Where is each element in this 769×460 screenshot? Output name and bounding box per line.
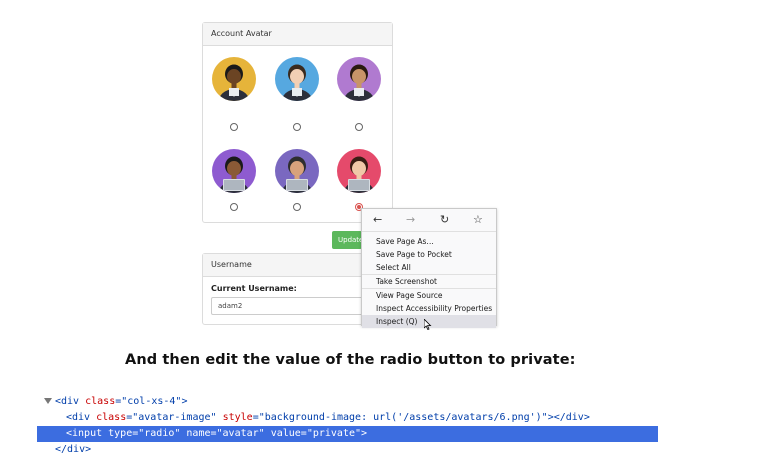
avatar-radio-2[interactable] — [293, 123, 301, 131]
current-username-label: Current Username: — [211, 284, 297, 293]
menu-item-select-all[interactable]: Select All — [362, 261, 496, 274]
menu-item-inspect-label: Inspect (Q) — [376, 317, 418, 326]
code-value: "background-image: url('/assets/avatars/… — [258, 412, 548, 423]
person-illustration — [218, 64, 250, 101]
avatar-1[interactable] — [212, 57, 256, 101]
code-value: "col-xs-4" — [121, 396, 182, 407]
person-illustration — [343, 64, 375, 101]
menu-item-take-screenshot[interactable]: Take Screenshot — [362, 275, 496, 288]
avatar-radio-4[interactable] — [230, 203, 238, 211]
code-close: > — [181, 396, 188, 407]
code-line-input-radio[interactable]: <input type="radio" name="avatar" value=… — [66, 426, 367, 442]
code-value: "avatar-image" — [132, 412, 217, 423]
account-avatar-title: Account Avatar — [203, 23, 392, 46]
avatar-3[interactable] — [337, 57, 381, 101]
avatar-radio-1[interactable] — [230, 123, 238, 131]
avatar-radio-3[interactable] — [355, 123, 363, 131]
person-illustration — [343, 156, 375, 193]
code-tag-open: <div — [66, 412, 97, 423]
menu-item-inspect[interactable]: Inspect (Q) — [362, 315, 496, 330]
avatar-2[interactable] — [275, 57, 319, 101]
bookmark-icon[interactable]: ☆ — [473, 213, 483, 227]
forward-icon[interactable]: → — [406, 213, 415, 227]
code-close: ></div> — [547, 412, 590, 423]
menu-item-save-page-as[interactable]: Save Page As… — [362, 235, 496, 248]
back-icon[interactable]: ← — [373, 213, 382, 227]
code-tag-open: <div — [55, 396, 86, 407]
code-line-col-div[interactable]: <div class="col-xs-4"> — [55, 394, 188, 410]
avatar-5[interactable] — [275, 149, 319, 193]
current-username-field[interactable]: adam2 — [211, 297, 371, 315]
collapse-triangle-icon[interactable] — [44, 398, 52, 404]
code-line-close-div[interactable]: </div> — [55, 442, 91, 458]
code-attr: class — [85, 396, 116, 407]
person-illustration — [218, 156, 250, 193]
menu-item-save-to-pocket[interactable]: Save Page to Pocket — [362, 248, 496, 261]
avatar-6[interactable] — [337, 149, 381, 193]
person-illustration — [281, 156, 313, 193]
avatar-4[interactable] — [212, 149, 256, 193]
code-attr: class — [96, 412, 127, 423]
instruction-caption: And then edit the value of the radio but… — [125, 352, 576, 368]
menu-item-inspect-accessibility[interactable]: Inspect Accessibility Properties — [362, 302, 496, 315]
reload-icon[interactable]: ↻ — [440, 213, 449, 227]
menu-item-view-page-source[interactable]: View Page Source — [362, 289, 496, 302]
avatar-radio-5[interactable] — [293, 203, 301, 211]
code-attr: style — [222, 412, 253, 423]
update-button[interactable]: Update — [332, 231, 362, 249]
code-line-avatar-image[interactable]: <div class="avatar-image" style="backgro… — [66, 410, 590, 426]
mouse-cursor-icon — [424, 319, 432, 330]
context-menu-nav: ← → ↻ ☆ — [362, 209, 496, 232]
person-illustration — [281, 64, 313, 101]
context-menu: ← → ↻ ☆ Save Page As… Save Page to Pocke… — [361, 208, 497, 330]
